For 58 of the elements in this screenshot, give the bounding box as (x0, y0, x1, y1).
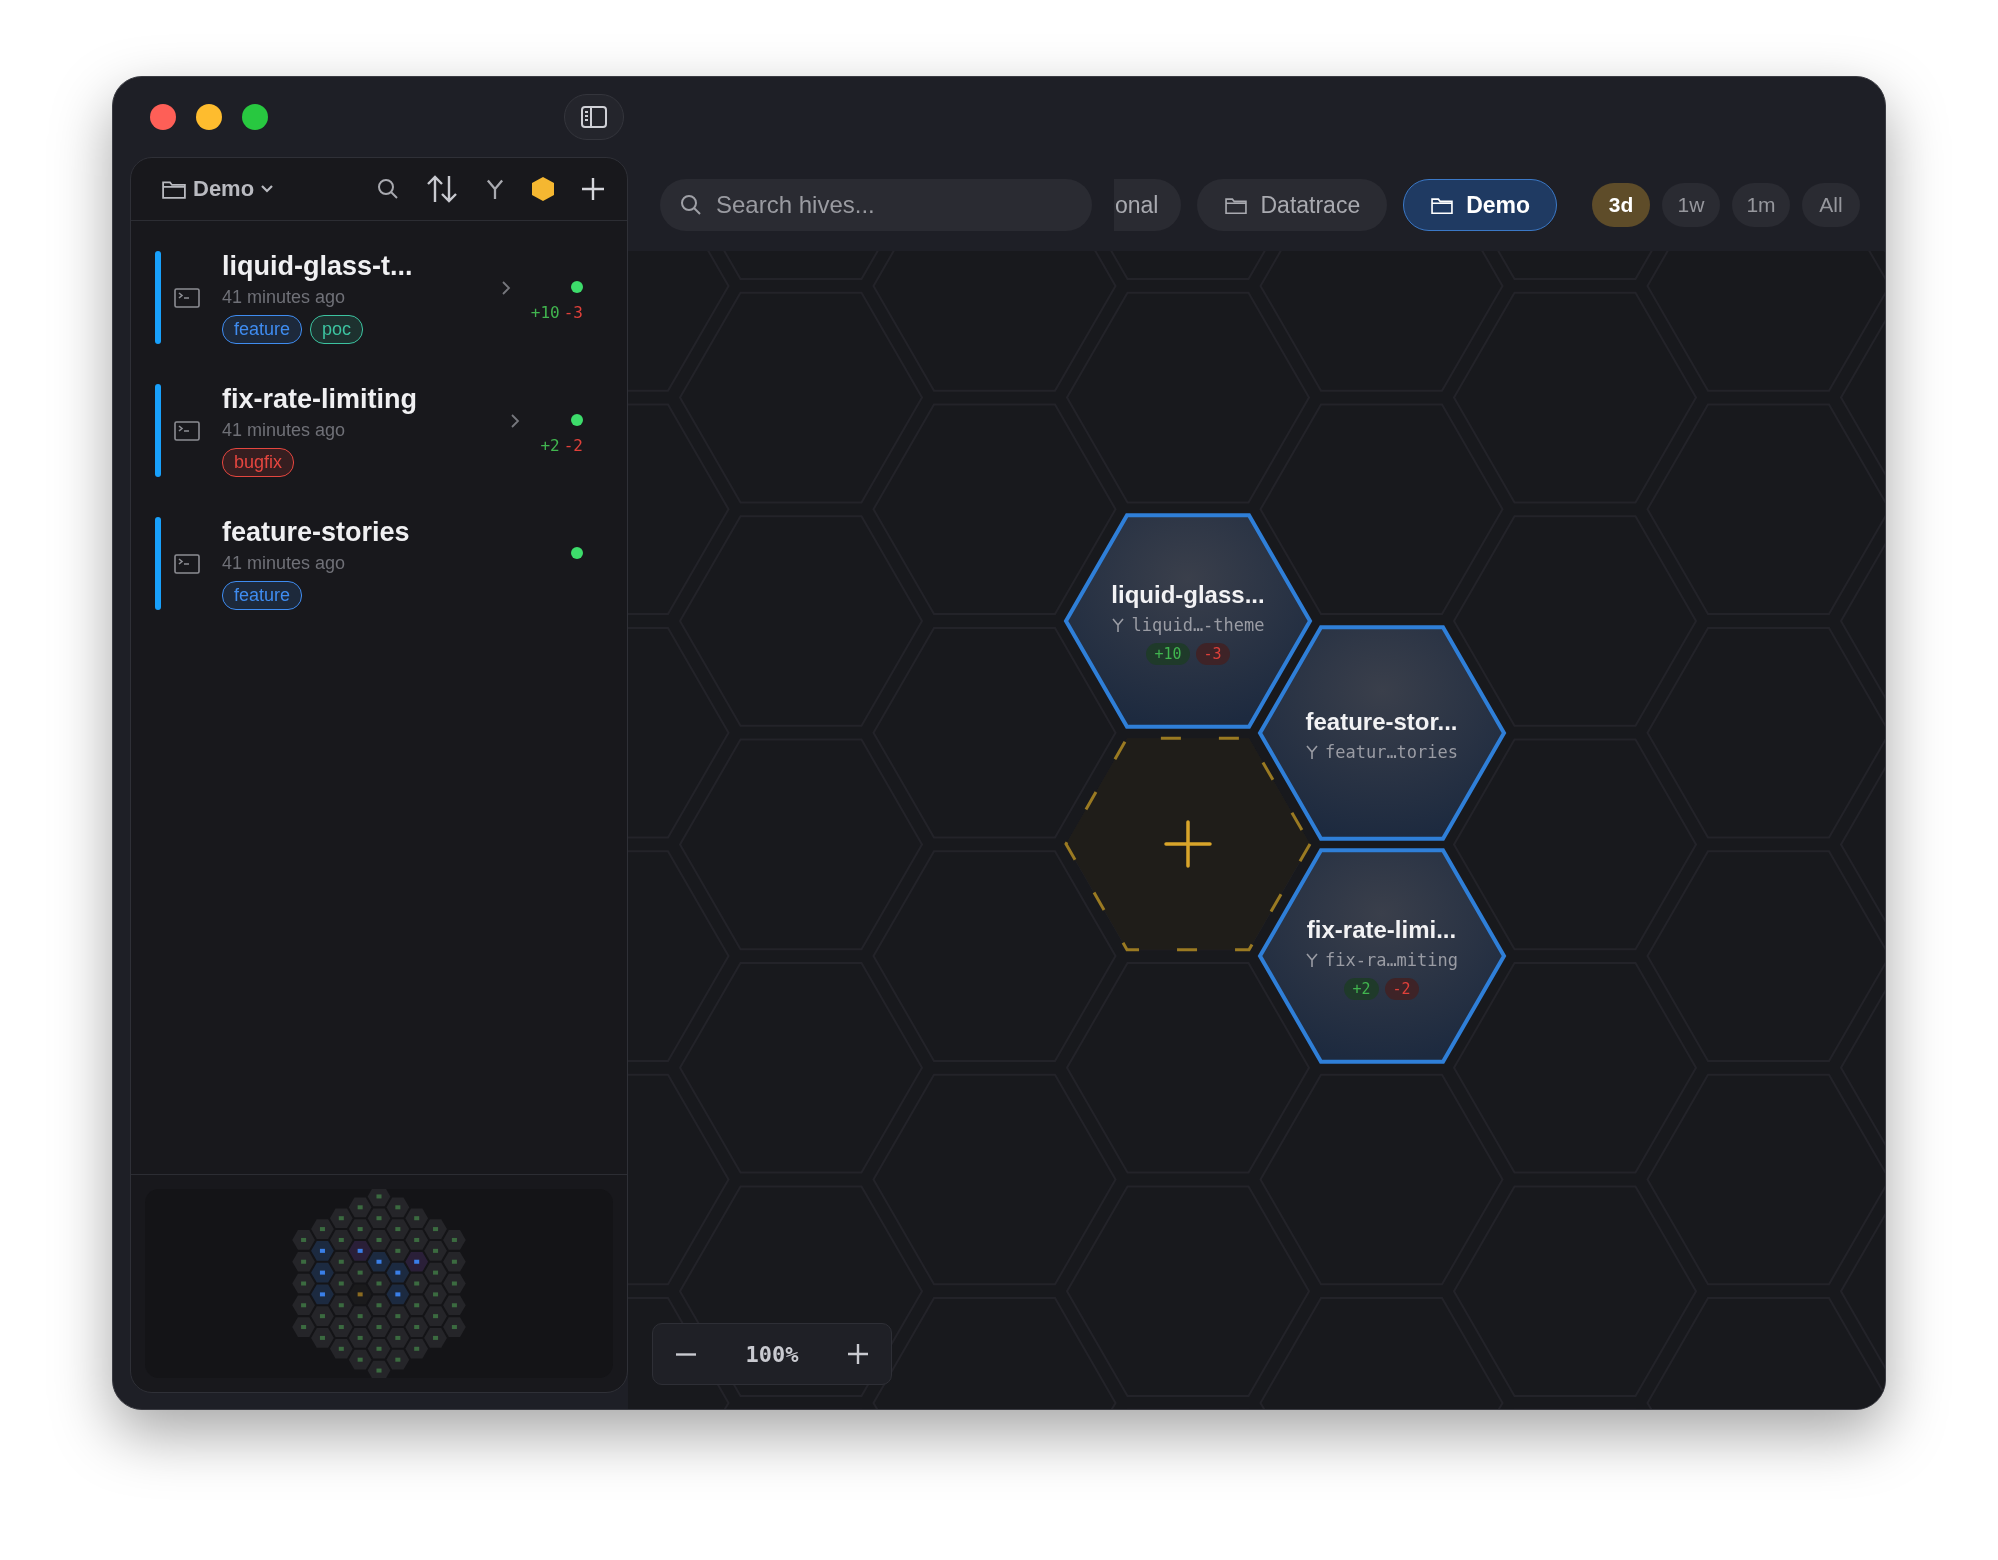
sidebar-toggle-button[interactable] (564, 94, 624, 140)
added-lines: +10 (530, 303, 560, 322)
plus-icon (1164, 820, 1212, 869)
session-name[interactable]: liquid-glass-t... (222, 251, 501, 282)
removed-lines: -2 (563, 436, 583, 455)
maximize-button[interactable] (242, 104, 268, 130)
session-tag: poc (310, 315, 364, 344)
time-range-chip[interactable]: 1m (1732, 183, 1790, 227)
sidebar-icon (580, 105, 608, 129)
session-name[interactable]: feature-stories (222, 517, 571, 548)
terminal-icon (174, 420, 200, 441)
project-tab[interactable]: onal (1114, 179, 1182, 231)
search-field[interactable]: Search hives... (660, 179, 1092, 231)
hive-title: feature-stor... (1305, 707, 1458, 736)
branch-name: fix-ra…miting (1324, 950, 1459, 971)
plus-icon (847, 1343, 869, 1365)
session-time: 41 minutes ago (222, 553, 347, 574)
time-range-chip[interactable]: 1w (1662, 183, 1720, 227)
chevron-down-icon (260, 184, 275, 194)
project-dropdown[interactable]: Demo (161, 176, 275, 202)
branch-icon (1111, 617, 1126, 633)
project-tab[interactable]: Demo (1403, 179, 1558, 231)
branch-icon (1304, 952, 1319, 969)
sort-icon[interactable] (425, 174, 459, 204)
hexagon-icon[interactable] (531, 176, 555, 202)
zoom-level: 100% (745, 1341, 799, 1367)
hive-title: fix-rate-limi... (1306, 916, 1457, 945)
add-icon[interactable] (581, 177, 605, 201)
search-icon[interactable] (377, 178, 399, 200)
branch-name: liquid…-theme (1131, 615, 1265, 635)
chevron-icon[interactable] (510, 412, 521, 429)
branch-icon (1304, 743, 1319, 760)
time-range-chip[interactable]: 3d (1592, 183, 1650, 227)
project-tab[interactable]: Datatrace (1197, 179, 1388, 231)
session-time: 41 minutes ago (222, 420, 347, 441)
session-tag: feature (222, 315, 303, 344)
close-button[interactable] (150, 104, 176, 130)
added-lines-badge: +10 (1146, 643, 1190, 665)
session-time: 41 minutes ago (222, 287, 347, 308)
minus-icon (675, 1352, 697, 1356)
hive-title: liquid-glass... (1111, 581, 1265, 609)
session-name[interactable]: fix-rate-limiting (222, 384, 511, 415)
branch-icon[interactable] (485, 177, 505, 201)
folder-icon (1224, 195, 1249, 215)
branch-name: featur…tories (1324, 741, 1459, 762)
terminal-icon (174, 553, 200, 574)
search-icon (680, 194, 702, 216)
removed-lines: -3 (563, 303, 583, 322)
time-range-chip[interactable]: All (1802, 183, 1860, 227)
terminal-icon (174, 287, 200, 308)
hive-tile[interactable] (1257, 848, 1506, 1064)
session-tag: bugfix (222, 448, 295, 477)
minimize-button[interactable] (196, 104, 222, 130)
folder-icon (1430, 195, 1455, 215)
added-lines: +2 (540, 436, 560, 455)
chevron-icon[interactable] (500, 279, 511, 296)
session-tag: feature (222, 581, 303, 610)
added-lines-badge: +2 (1344, 978, 1379, 1001)
